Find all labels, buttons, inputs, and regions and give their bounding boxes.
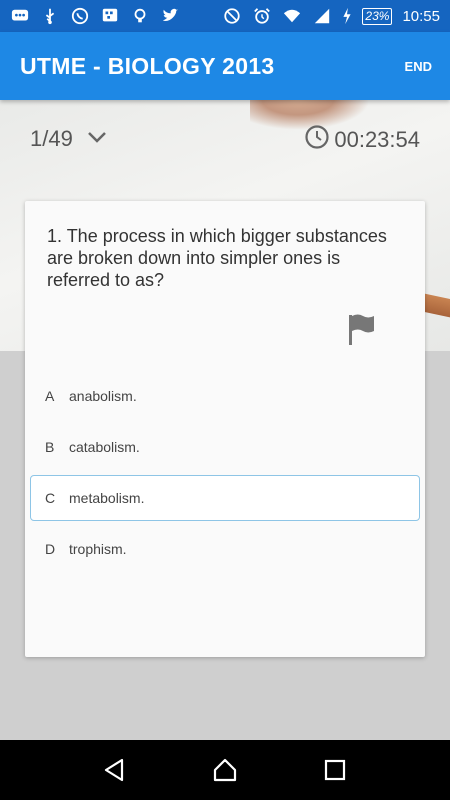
- status-clock: 10:55: [402, 7, 440, 25]
- lightbulb-icon: [130, 7, 150, 25]
- status-bar: 23% 10:55: [0, 0, 450, 32]
- usb-icon: [40, 7, 60, 25]
- option-text: metabolism.: [69, 490, 145, 506]
- option-a[interactable]: A anabolism.: [30, 373, 420, 419]
- timer-value: 00:23:54: [334, 127, 420, 152]
- do-not-disturb-icon: [222, 7, 242, 25]
- signal-icon: [312, 7, 332, 25]
- option-letter: B: [45, 439, 55, 455]
- flag-icon: [349, 314, 374, 345]
- bbm-icon: [100, 7, 120, 25]
- navigation-bar: [0, 740, 450, 800]
- question-text: 1. The process in which bigger substance…: [47, 226, 387, 290]
- wifi-icon: [282, 7, 302, 25]
- question-card: 1. The process in which bigger substance…: [25, 201, 425, 657]
- answer-options: A anabolism. B catabolism. C metabolism.…: [30, 373, 420, 577]
- question-counter-dropdown[interactable]: 1/49: [30, 126, 109, 152]
- status-left-icons: [10, 7, 180, 25]
- exam-timer: 00:23:54: [304, 124, 420, 156]
- option-text: catabolism.: [69, 439, 140, 455]
- app-bar: UTME - BIOLOGY 2013 END: [0, 32, 450, 100]
- option-d[interactable]: D trophism.: [30, 526, 420, 572]
- recents-button[interactable]: [321, 756, 349, 784]
- whatsapp-icon: [70, 7, 90, 25]
- home-button[interactable]: [211, 756, 239, 784]
- option-letter: C: [45, 490, 56, 506]
- end-button[interactable]: END: [405, 59, 432, 74]
- back-button[interactable]: [101, 756, 129, 784]
- question-counter: 1/49: [30, 126, 73, 151]
- flag-question-button[interactable]: [347, 313, 377, 347]
- app-title: UTME - BIOLOGY 2013: [20, 52, 275, 79]
- back-triangle-icon: [104, 758, 124, 782]
- alarm-icon: [252, 7, 272, 25]
- home-icon: [213, 758, 237, 782]
- twitter-icon: [160, 7, 180, 25]
- chevron-down-icon: [85, 126, 109, 152]
- option-letter: A: [45, 388, 55, 404]
- option-text: trophism.: [69, 541, 127, 557]
- chat-bubble-icon: [10, 7, 30, 25]
- status-right-icons: 23% 10:55: [222, 7, 440, 25]
- option-text: anabolism.: [69, 388, 137, 404]
- option-b[interactable]: B catabolism.: [30, 424, 420, 470]
- battery-indicator: 23%: [362, 7, 393, 25]
- option-letter: D: [45, 541, 56, 557]
- charging-icon: [342, 7, 352, 25]
- option-c[interactable]: C metabolism.: [30, 475, 420, 521]
- clock-icon: [304, 124, 330, 156]
- recents-square-icon: [324, 759, 346, 781]
